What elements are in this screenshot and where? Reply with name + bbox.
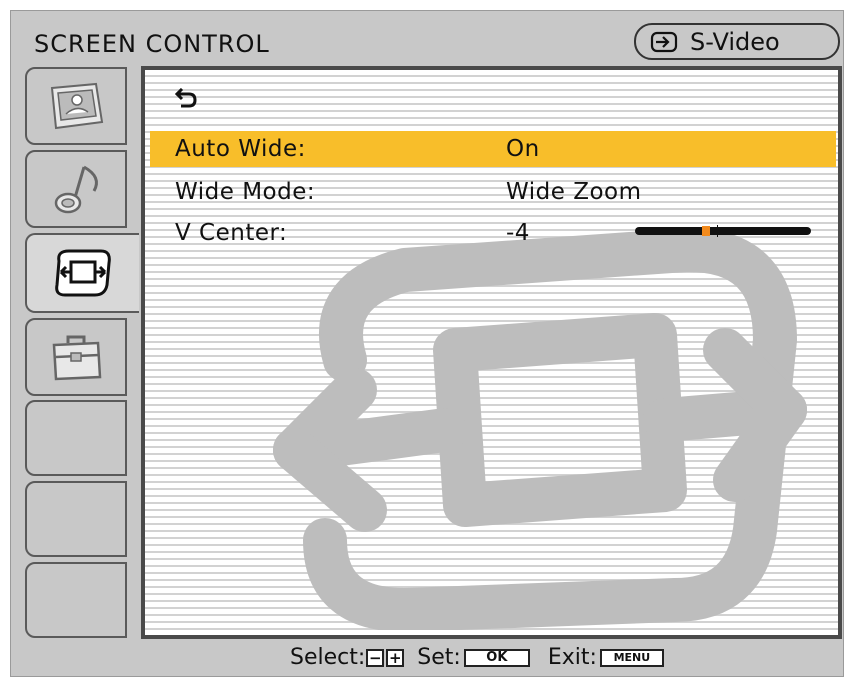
v-center-slider[interactable]	[635, 225, 811, 237]
input-source-indicator: S-Video	[634, 23, 840, 60]
screen-control-icon	[55, 249, 111, 297]
picture-icon	[50, 82, 104, 130]
row-value: On	[506, 136, 540, 162]
slider-knob[interactable]	[701, 226, 710, 236]
menu-key: MENU	[599, 648, 664, 667]
row-label: Wide Mode:	[175, 179, 316, 205]
return-arrow-icon[interactable]	[173, 88, 199, 108]
row-value: Wide Zoom	[506, 179, 642, 205]
ok-key: OK	[463, 648, 530, 667]
menu-row-wide-mode[interactable]: Wide Mode: Wide Zoom	[150, 174, 836, 210]
row-label: Auto Wide:	[175, 136, 306, 162]
audio-icon	[54, 165, 98, 214]
button-guide: Select: − + Set: OK Exit: MENU	[290, 645, 670, 670]
tab-setup[interactable]	[25, 318, 127, 396]
minus-key: −	[366, 648, 385, 667]
toolbox-icon	[52, 335, 102, 381]
select-label: Select:	[290, 645, 366, 670]
tab-picture[interactable]	[25, 67, 127, 145]
menu-row-auto-wide[interactable]: Auto Wide: On	[150, 131, 836, 167]
menu-row-v-center[interactable]: V Center: -4	[150, 215, 836, 251]
slider-center-tick	[717, 225, 718, 237]
tab-empty-1	[25, 400, 127, 476]
source-label: S-Video	[690, 27, 780, 56]
menu-title: SCREEN CONTROL	[34, 30, 270, 58]
tab-audio[interactable]	[25, 150, 127, 228]
screen-control-watermark-icon	[273, 230, 807, 630]
plus-key: +	[386, 648, 405, 667]
row-label: V Center:	[175, 220, 288, 246]
tab-empty-2	[25, 481, 127, 557]
tab-empty-3	[25, 562, 127, 638]
set-label: Set:	[417, 645, 461, 670]
input-arrow-icon	[650, 31, 678, 52]
row-value: -4	[506, 220, 530, 246]
exit-label: Exit:	[547, 645, 597, 670]
menu-panel: Auto Wide: On Wide Mode: Wide Zoom V Cen…	[141, 66, 842, 639]
tab-screen-control[interactable]	[25, 233, 139, 313]
